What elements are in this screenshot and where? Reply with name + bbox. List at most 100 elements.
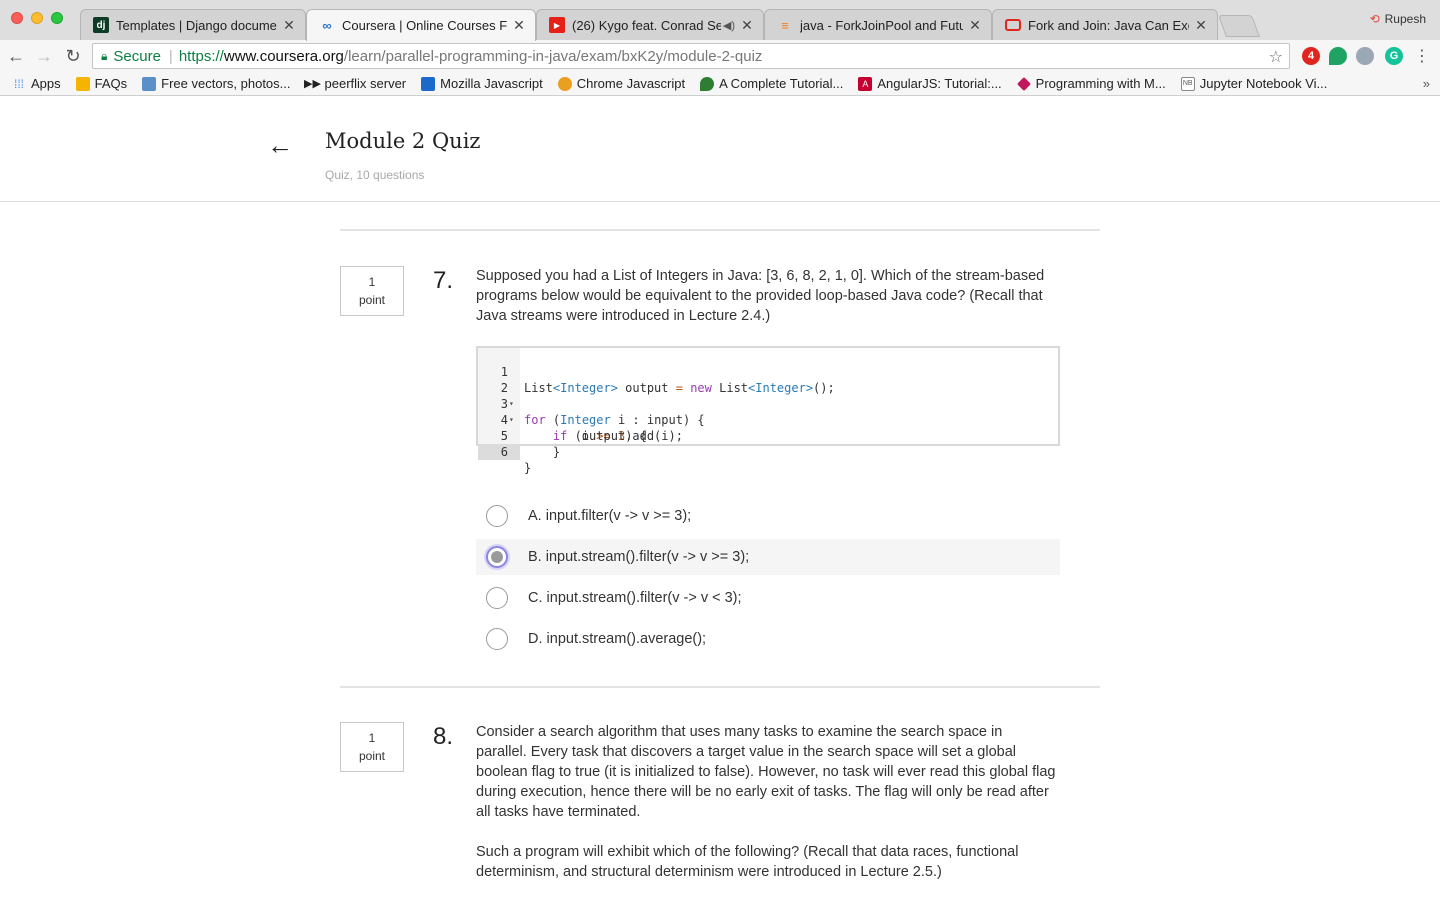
code-line: 6 } (478, 428, 1058, 475)
bookmarks-overflow-button[interactable]: » (1423, 76, 1430, 91)
bookmark-faqs[interactable]: FAQs (75, 76, 127, 91)
radio-button[interactable] (486, 587, 508, 609)
chrome-icon (557, 76, 572, 91)
youtube-icon: ▶ (549, 17, 565, 33)
image-icon (142, 76, 157, 91)
points-label: point (358, 749, 386, 763)
quiz-header: ← Module 2 Quiz Quiz, 10 questions (0, 97, 1440, 202)
browser-tab-coursera[interactable]: ∞ Coursera | Online Courses Fro ✕ (306, 9, 536, 41)
close-icon[interactable]: ✕ (1193, 17, 1209, 34)
close-icon[interactable]: ✕ (739, 17, 755, 34)
back-arrow-icon[interactable]: ← (4, 44, 28, 68)
option-label: D. input.stream().average(); (528, 631, 707, 647)
radio-button[interactable] (486, 628, 508, 650)
back-arrow-icon[interactable]: ← (266, 131, 294, 159)
points-box: 1 point (340, 266, 404, 316)
question-number: 8. (433, 723, 454, 750)
answer-option-b[interactable]: B. input.stream().filter(v -> v >= 3); (476, 539, 1060, 575)
close-icon[interactable]: ✕ (511, 17, 527, 34)
divider (340, 229, 1100, 231)
radio-button-selected[interactable] (486, 546, 508, 568)
tab-title: Templates | Django documenta (116, 17, 277, 33)
bookmark-angularjs[interactable]: A AngularJS: Tutorial:... (858, 76, 1002, 91)
tab-title: (26) Kygo feat. Conrad Sew (572, 17, 721, 33)
close-icon[interactable]: ✕ (281, 17, 297, 34)
answer-option-a[interactable]: A. input.filter(v -> v >= 3); (476, 498, 1060, 534)
bookmark-peerflix[interactable]: ▶▶ peerflix server (304, 76, 406, 91)
stackoverflow-icon: ≡ (781, 17, 789, 33)
leaf-icon (700, 76, 715, 91)
folder-icon (75, 76, 90, 91)
option-label: C. input.stream().filter(v -> v < 3); (528, 590, 742, 606)
code-line: 3 ▾ if (i >= 3) { (500, 397, 647, 443)
secure-label: Secure (113, 47, 161, 65)
django-icon: dj (93, 17, 109, 33)
option-label: B. input.stream().filter(v -> v >= 3); (528, 549, 750, 565)
bookmark-apps[interactable]: ⁞⁞⁞ Apps (12, 76, 61, 91)
extension-evernote-icon[interactable] (1329, 47, 1347, 65)
bookmarks-bar: ⁞⁞⁞ Apps FAQs Free vectors, photos... ▶▶… (0, 72, 1440, 96)
coursera-icon: ∞ (322, 18, 332, 33)
bookmark-programming-m[interactable]: Programming with M... (1016, 76, 1166, 91)
sync-icon: ⟲ (1369, 12, 1380, 26)
mozilla-icon (421, 76, 436, 91)
url-scheme: https:// (178, 47, 224, 65)
reload-icon[interactable]: ↻ (61, 44, 85, 68)
bookmark-star-icon[interactable]: ☆ (1269, 47, 1283, 67)
question-number: 7. (433, 267, 454, 294)
menu-kebab-icon[interactable]: ⋮ (1410, 44, 1434, 68)
browser-tab-django[interactable]: dj Templates | Django documenta ✕ (80, 9, 306, 40)
points-value: 1 (368, 731, 376, 745)
browser-tab-stackoverflow[interactable]: ≡ java - ForkJoinPool and Future ✕ (764, 9, 992, 40)
tab-title: Fork and Join: Java Can Excel (1028, 17, 1189, 33)
points-label: point (358, 293, 386, 307)
divider (340, 686, 1100, 688)
oracle-icon (1005, 19, 1021, 31)
question-text-followup: Such a program will exhibit which of the… (476, 844, 1019, 880)
fast-forward-icon: ▶▶ (304, 78, 321, 90)
browser-tab-oracle[interactable]: Fork and Join: Java Can Excel ✕ (992, 9, 1218, 40)
points-box: 1 point (340, 722, 404, 772)
browser-titlebar: dj Templates | Django documenta ✕ ∞ Cour… (0, 0, 1440, 41)
page-title: Module 2 Quiz (325, 129, 481, 153)
option-label: A. input.filter(v -> v >= 3); (528, 508, 692, 524)
extension-adblock-icon[interactable]: 4 (1302, 47, 1320, 65)
code-editor[interactable]: 1 List<Integer> output = new List<Intege… (476, 346, 1060, 475)
gem-icon (1016, 76, 1031, 91)
window-close-button[interactable] (11, 12, 23, 24)
code-line: 5 } (500, 429, 561, 459)
address-bar[interactable]: 🔒︎ Secure | https:// www.coursera.org /l… (92, 43, 1290, 69)
question-text: Supposed you had a List of Integers in J… (476, 268, 1045, 324)
points-value: 1 (368, 275, 376, 289)
notebook-icon: NB (1180, 76, 1195, 91)
tab-title: Coursera | Online Courses Fro (342, 18, 507, 33)
browser-tab-youtube[interactable]: ▶ (26) Kygo feat. Conrad Sew ◀) ✕ (536, 9, 764, 40)
tab-title: java - ForkJoinPool and Future (800, 17, 963, 33)
extension-satellite-icon[interactable] (1356, 47, 1374, 65)
new-tab-button[interactable] (1217, 15, 1261, 37)
bookmark-jupyter[interactable]: NB Jupyter Notebook Vi... (1180, 76, 1327, 91)
window-minimize-button[interactable] (31, 12, 43, 24)
page-subtitle: Quiz, 10 questions (325, 168, 425, 182)
question-text: Consider a search algorithm that uses ma… (476, 724, 1056, 820)
close-icon[interactable]: ✕ (967, 17, 983, 34)
answer-option-d[interactable]: D. input.stream().average(); (476, 621, 1060, 657)
profile-name: Rupesh (1384, 12, 1426, 26)
code-line: 1 List<Integer> output = new List<Intege… (500, 365, 835, 395)
url-host: www.coursera.org (223, 47, 344, 65)
forward-arrow-icon[interactable]: → (32, 44, 56, 68)
profile-button[interactable]: ⟲ Rupesh (1370, 12, 1426, 26)
bookmark-complete-tutorial[interactable]: A Complete Tutorial... (700, 76, 843, 91)
answer-option-c[interactable]: C. input.stream().filter(v -> v < 3); (476, 580, 1060, 616)
url-path: /learn/parallel-programming-in-java/exam… (343, 47, 763, 65)
audio-playing-icon[interactable]: ◀) (723, 19, 735, 32)
code-line: 2 ▾ for (Integer i : input) { (500, 381, 705, 427)
bookmark-free-vectors[interactable]: Free vectors, photos... (142, 76, 291, 91)
angular-icon: A (858, 76, 873, 91)
extension-grammarly-icon[interactable]: G (1385, 47, 1403, 65)
window-maximize-button[interactable] (51, 12, 63, 24)
bookmark-chrome-js[interactable]: Chrome Javascript (557, 76, 685, 91)
bookmark-mozilla-js[interactable]: Mozilla Javascript (421, 76, 543, 91)
lock-icon: 🔒︎ (101, 48, 108, 63)
radio-button[interactable] (486, 505, 508, 527)
